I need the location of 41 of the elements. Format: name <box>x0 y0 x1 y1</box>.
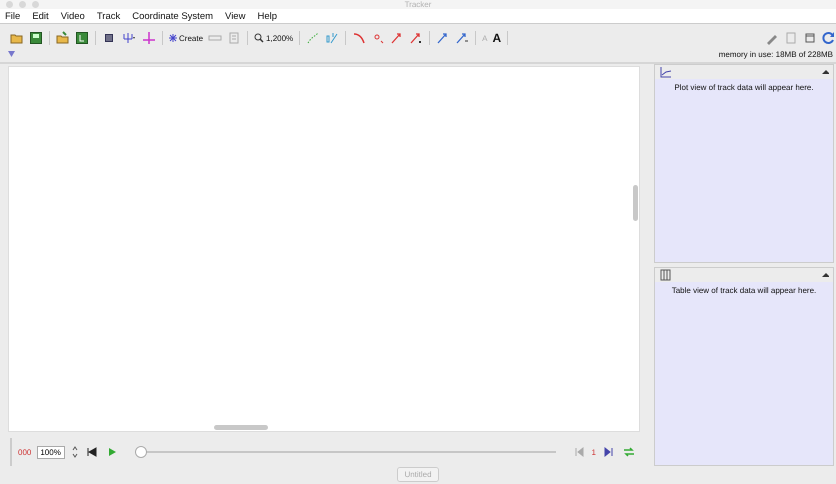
close-dot[interactable] <box>6 1 13 8</box>
force-arrow-icon[interactable] <box>455 31 470 45</box>
menu-item[interactable]: Help <box>257 10 277 22</box>
menu-item[interactable]: File <box>5 10 20 22</box>
search-icon <box>254 33 264 43</box>
spinner-icon[interactable] <box>71 445 80 459</box>
save-icon[interactable] <box>29 31 43 45</box>
axes-icon[interactable] <box>142 31 156 45</box>
step-size[interactable]: 1 <box>592 448 596 456</box>
menu-item[interactable]: Coordinate System <box>132 10 214 22</box>
create-button[interactable]: Create <box>169 34 204 42</box>
window-title: Tracker <box>404 0 432 9</box>
scrollbar-thumb[interactable] <box>633 185 638 221</box>
zoom-dot[interactable] <box>32 1 39 8</box>
slider-thumb[interactable] <box>135 446 148 458</box>
zoom-button[interactable]: 1,200% <box>254 33 294 43</box>
table-icon[interactable] <box>659 268 673 282</box>
rate-field[interactable]: 100% <box>37 446 66 458</box>
plot-message: Plot view of track data will appear here. <box>674 83 814 94</box>
asterisk-icon <box>169 34 177 42</box>
refresh-icon[interactable] <box>822 31 836 45</box>
menu-item[interactable]: Video <box>60 10 85 22</box>
menu-item[interactable]: Track <box>96 10 120 22</box>
plot-icon[interactable] <box>659 65 673 79</box>
memory-label: memory in use: 18MB of 228MB <box>718 50 833 58</box>
import-folder-icon[interactable] <box>56 31 70 45</box>
acceleration-arrow-icon[interactable] <box>409 31 424 45</box>
menu-item[interactable]: Edit <box>32 10 49 22</box>
minimize-dot[interactable] <box>19 1 26 8</box>
frame-counter: 000 <box>18 448 32 456</box>
trail-dots-icon[interactable] <box>306 31 320 45</box>
skip-start-icon[interactable] <box>85 445 100 459</box>
loop-icon[interactable] <box>622 445 636 459</box>
menu-item[interactable]: View <box>225 10 246 22</box>
curve-icon[interactable] <box>352 31 366 45</box>
table-message: Table view of track data will appear here. <box>672 286 816 297</box>
scrollbar-thumb[interactable] <box>214 425 268 430</box>
slider-track[interactable] <box>135 446 556 458</box>
font-larger-button[interactable]: A <box>492 31 502 45</box>
window-icon[interactable] <box>803 31 817 45</box>
dropdown-icon[interactable] <box>8 51 15 57</box>
